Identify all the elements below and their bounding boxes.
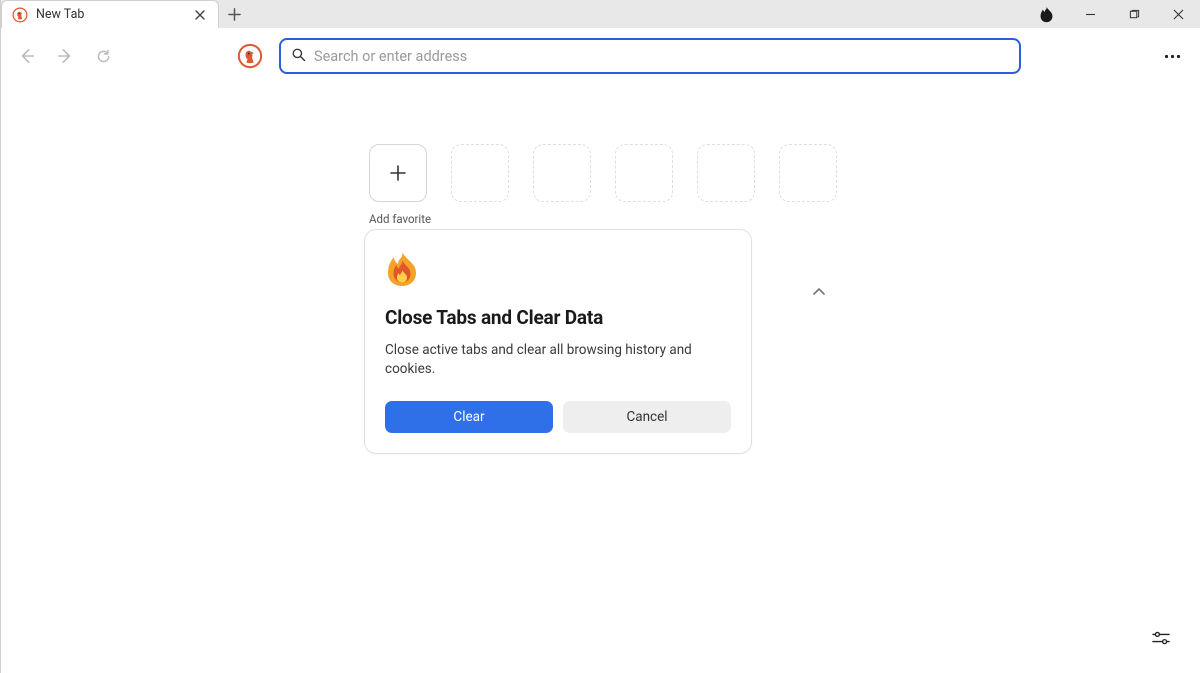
duckduckgo-logo bbox=[237, 43, 263, 69]
favorite-placeholder bbox=[451, 144, 509, 202]
favorite-placeholder bbox=[533, 144, 591, 202]
address-bar[interactable] bbox=[279, 38, 1021, 74]
favorites-row bbox=[369, 144, 837, 202]
favorite-placeholder bbox=[779, 144, 837, 202]
close-window-button[interactable] bbox=[1156, 0, 1200, 28]
add-favorite-label: Add favorite bbox=[369, 212, 431, 226]
minimize-button[interactable] bbox=[1068, 0, 1112, 28]
fire-button[interactable] bbox=[1024, 0, 1068, 28]
customize-button[interactable] bbox=[1148, 625, 1174, 651]
forward-button[interactable] bbox=[51, 42, 79, 70]
collapse-button[interactable] bbox=[809, 282, 829, 302]
duckduckgo-favicon bbox=[12, 7, 28, 23]
address-input[interactable] bbox=[314, 48, 1009, 65]
more-menu-button[interactable] bbox=[1156, 40, 1188, 72]
new-tab-button[interactable] bbox=[219, 0, 249, 28]
back-button[interactable] bbox=[13, 42, 41, 70]
reload-button[interactable] bbox=[89, 42, 117, 70]
favorite-placeholder bbox=[615, 144, 673, 202]
browser-tab[interactable]: New Tab bbox=[1, 0, 219, 28]
dialog-body: Close active tabs and clear all browsing… bbox=[385, 341, 731, 379]
new-tab-page: Add favorite Close Tabs and Clear Data C… bbox=[1, 84, 1200, 673]
search-icon bbox=[291, 47, 306, 66]
cancel-button[interactable]: Cancel bbox=[563, 401, 731, 433]
browser-window: New Tab bbox=[0, 0, 1200, 673]
close-tab-button[interactable] bbox=[192, 7, 208, 23]
dialog-title: Close Tabs and Clear Data bbox=[385, 306, 731, 329]
tab-title: New Tab bbox=[36, 7, 184, 22]
toolbar bbox=[1, 28, 1200, 84]
title-bar: New Tab bbox=[1, 0, 1200, 28]
fire-icon bbox=[385, 250, 419, 288]
clear-button[interactable]: Clear bbox=[385, 401, 553, 433]
fire-dialog: Close Tabs and Clear Data Close active t… bbox=[364, 229, 752, 454]
add-favorite-tile[interactable] bbox=[369, 144, 427, 202]
maximize-button[interactable] bbox=[1112, 0, 1156, 28]
window-controls bbox=[1024, 0, 1200, 28]
favorite-placeholder bbox=[697, 144, 755, 202]
